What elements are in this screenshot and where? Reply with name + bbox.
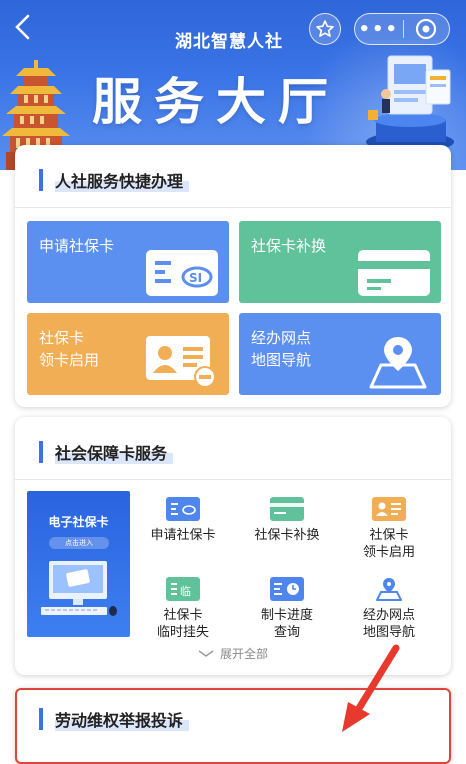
chevron-down-icon — [198, 647, 214, 661]
labor-complaint-title: 劳动维权举报投诉 — [55, 707, 190, 731]
tile-map-navigation[interactable]: 经办网点 地图导航 — [239, 313, 441, 395]
grid-label: 社保卡补换 — [254, 528, 320, 543]
card-services-title: 社会保障卡服务 — [55, 440, 174, 464]
section-divider — [15, 479, 451, 480]
section-divider — [15, 207, 451, 208]
svg-text:SI: SI — [189, 271, 202, 285]
map-pin-icon — [372, 577, 406, 601]
red-pointer-arrow — [342, 644, 400, 732]
grid-label: 社保卡 领卡启用 — [362, 528, 415, 560]
grid-progress-query[interactable]: 制卡进度 查询 — [237, 577, 337, 641]
card-apply-icon — [166, 497, 200, 521]
card-services-card: 社会保障卡服务 电子社保卡 点击进入 申请社保卡 社保卡补换 社保卡 领卡启用 … — [15, 417, 451, 675]
computer-illustration — [41, 561, 117, 616]
tile-activate-card[interactable]: 社保卡 领卡启用 — [27, 313, 229, 395]
app-title: 湖北智慧人社 — [175, 32, 283, 52]
grid-report-loss[interactable]: 临 社保卡 临时挂失 — [133, 577, 233, 641]
si-card-icon: SI — [146, 250, 218, 296]
miniapp-capsule: ••• — [354, 13, 450, 45]
tile-label: 经办网点 地图导航 — [251, 329, 312, 369]
heading-accent-bar — [39, 441, 43, 463]
ecard-enter-button[interactable]: 点击进入 — [49, 537, 109, 549]
svg-text:临: 临 — [180, 584, 191, 598]
grid-apply-card[interactable]: 申请社保卡 — [133, 497, 233, 544]
card-services-heading: 社会保障卡服务 — [39, 439, 174, 465]
map-location-icon — [369, 337, 427, 389]
star-icon — [316, 20, 334, 37]
close-miniapp-button[interactable] — [403, 14, 449, 44]
quick-services-card: 人社服务快捷办理 申请社保卡 SI 社保卡补换 社保卡 领卡启用 经办网点 地图… — [15, 145, 451, 407]
hall-title: 服务大厅 — [92, 73, 340, 131]
electronic-card-banner[interactable]: 电子社保卡 点击进入 — [27, 491, 130, 637]
grid-label: 制卡进度 查询 — [260, 608, 313, 640]
card-activate-icon — [372, 497, 406, 521]
progress-icon — [270, 577, 304, 601]
tile-label: 申请社保卡 — [39, 237, 115, 255]
target-close-icon — [416, 18, 437, 40]
tile-replace-card[interactable]: 社保卡补换 — [239, 221, 441, 303]
tile-label: 社保卡 领卡启用 — [39, 329, 100, 369]
grid-replace-card[interactable]: 社保卡补换 — [237, 497, 337, 544]
back-arrow-icon — [15, 14, 30, 40]
favorite-button[interactable] — [309, 13, 341, 45]
tile-label: 社保卡补换 — [251, 237, 327, 255]
heading-accent-bar — [39, 708, 43, 730]
quick-services-heading: 人社服务快捷办理 — [39, 167, 190, 193]
ecard-title: 电子社保卡 — [48, 515, 109, 529]
tile-apply-card[interactable]: 申请社保卡 SI — [27, 221, 229, 303]
id-card-icon — [146, 336, 216, 388]
more-button[interactable]: ••• — [355, 14, 403, 44]
labor-complaint-heading: 劳动维权举报投诉 — [39, 706, 190, 732]
grid-map-navigation[interactable]: 经办网点 地图导航 — [339, 577, 439, 641]
quick-services-title: 人社服务快捷办理 — [55, 168, 190, 192]
service-device-illustration — [366, 55, 454, 152]
card-replace-icon — [270, 497, 304, 521]
expand-all-label: 展开全部 — [219, 647, 268, 661]
grid-label: 社保卡 临时挂失 — [156, 608, 209, 640]
grid-label: 申请社保卡 — [150, 528, 216, 543]
back-button[interactable] — [14, 14, 44, 44]
heading-accent-bar — [39, 169, 43, 191]
card-loss-icon: 临 — [166, 577, 200, 601]
grid-activate-card[interactable]: 社保卡 领卡启用 — [339, 497, 439, 561]
grid-label: 经办网点 地图导航 — [362, 608, 415, 640]
bank-card-icon — [358, 250, 430, 296]
